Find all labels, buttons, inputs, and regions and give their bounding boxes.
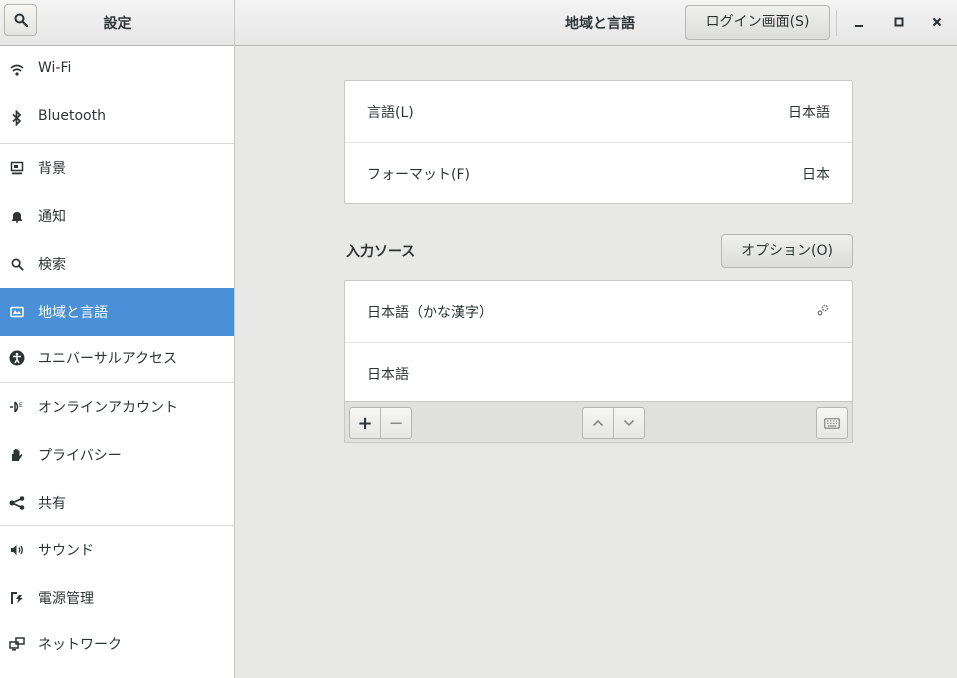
options-button[interactable]: オプション(O) [721, 234, 853, 268]
minimize-button[interactable] [846, 10, 872, 36]
chevron-up-icon [592, 419, 604, 427]
search-icon [14, 13, 28, 27]
move-up-button[interactable] [582, 407, 614, 439]
language-label: 言語(L) [367, 105, 414, 121]
sidebar-item-sound[interactable]: サウンド [0, 526, 234, 574]
accessibility-icon [9, 350, 25, 366]
network-icon [9, 636, 25, 652]
move-down-button[interactable] [613, 407, 645, 439]
input-source-row[interactable]: 日本語（かな漢字） [345, 281, 852, 343]
sidebar-item-label: プライバシー [38, 448, 122, 464]
sidebar-item-network[interactable]: ネットワーク [0, 620, 234, 668]
sidebar-item-search[interactable]: 検索 [0, 240, 234, 288]
sidebar-item-label: ユニバーサルアクセス [38, 351, 178, 367]
language-row[interactable]: 言語(L) 日本語 [345, 81, 852, 143]
speaker-icon [9, 542, 25, 558]
formats-label: フォーマット(F) [367, 167, 470, 183]
input-source-label: 日本語 [367, 367, 409, 383]
input-sources-toolbar: + − [344, 401, 853, 443]
background-icon [9, 160, 25, 176]
sidebar-item-label: Wi-Fi [38, 60, 72, 76]
sidebar-item-region[interactable]: 地域と言語 [0, 288, 234, 336]
sidebar-item-bluetooth[interactable]: Bluetooth [0, 94, 234, 142]
sidebar-item-label: オンラインアカウント [38, 400, 178, 416]
maximize-icon [894, 17, 904, 27]
input-source-label: 日本語（かな漢字） [367, 305, 493, 321]
sidebar-item-power[interactable]: 電源管理 [0, 574, 234, 622]
sidebar-item-label: 電源管理 [38, 591, 94, 607]
sidebar-item-label: 共有 [38, 496, 66, 512]
gear-icon[interactable] [816, 303, 830, 321]
hand-icon [9, 447, 25, 463]
sidebar-item-label: 検索 [38, 257, 66, 273]
sidebar-item-label: ネットワーク [38, 637, 122, 653]
remove-input-source-button[interactable]: − [380, 407, 412, 439]
close-button[interactable] [924, 10, 950, 36]
region-icon [9, 304, 25, 320]
header-bar: 設定 地域と言語 ログイン画面(S) [0, 0, 957, 46]
wifi-icon [9, 62, 25, 78]
search-icon [9, 256, 25, 272]
add-input-source-button[interactable]: + [349, 407, 381, 439]
close-icon [932, 17, 942, 27]
sidebar-item-label: Bluetooth [38, 108, 106, 124]
share-icon [9, 495, 25, 511]
add-icon: + [357, 412, 373, 434]
maximize-button[interactable] [886, 10, 912, 36]
header-separator [836, 10, 837, 36]
sidebar-item-online-accounts[interactable]: E オンラインアカウント [0, 383, 234, 431]
sidebar-item-label: 通知 [38, 209, 66, 225]
sidebar-item-label: サウンド [38, 543, 94, 559]
sidebar-item-wifi[interactable]: Wi-Fi [0, 46, 234, 94]
keyboard-icon [824, 417, 840, 429]
page-title: 地域と言語 [565, 16, 635, 32]
power-icon [9, 590, 25, 606]
sidebar: Wi-Fi Bluetooth 背景 通知 検索 地域と言語 ユニバーサルアクセ… [0, 46, 235, 678]
show-keyboard-layout-button[interactable] [816, 407, 848, 439]
sidebar-header: 設定 [0, 0, 235, 46]
minimize-icon [855, 25, 863, 27]
sidebar-item-label: 背景 [38, 161, 66, 177]
formats-value: 日本 [802, 167, 830, 183]
language-panel: 言語(L) 日本語 フォーマット(F) 日本 [344, 80, 853, 204]
svg-text:E: E [19, 402, 23, 409]
login-screen-button[interactable]: ログイン画面(S) [685, 5, 830, 40]
sidebar-item-sharing[interactable]: 共有 [0, 479, 234, 527]
language-value: 日本語 [788, 105, 830, 121]
search-button[interactable] [4, 4, 37, 36]
sidebar-item-background[interactable]: 背景 [0, 144, 234, 192]
app-title: 設定 [103, 16, 132, 32]
sidebar-item-notifications[interactable]: 通知 [0, 192, 234, 240]
formats-row[interactable]: フォーマット(F) 日本 [345, 143, 852, 204]
bluetooth-icon [9, 110, 25, 126]
bell-icon [9, 208, 25, 224]
remove-icon: − [388, 412, 404, 434]
chevron-down-icon [623, 419, 635, 427]
input-sources-list: 日本語（かな漢字） 日本語 [344, 280, 853, 402]
input-source-row[interactable]: 日本語 [345, 343, 852, 404]
input-sources-title: 入力ソース [346, 244, 416, 260]
sidebar-item-label: 地域と言語 [38, 305, 108, 321]
online-accounts-icon: E [9, 399, 25, 415]
sidebar-item-universal-access[interactable]: ユニバーサルアクセス [0, 334, 234, 382]
sidebar-item-privacy[interactable]: プライバシー [0, 431, 234, 479]
